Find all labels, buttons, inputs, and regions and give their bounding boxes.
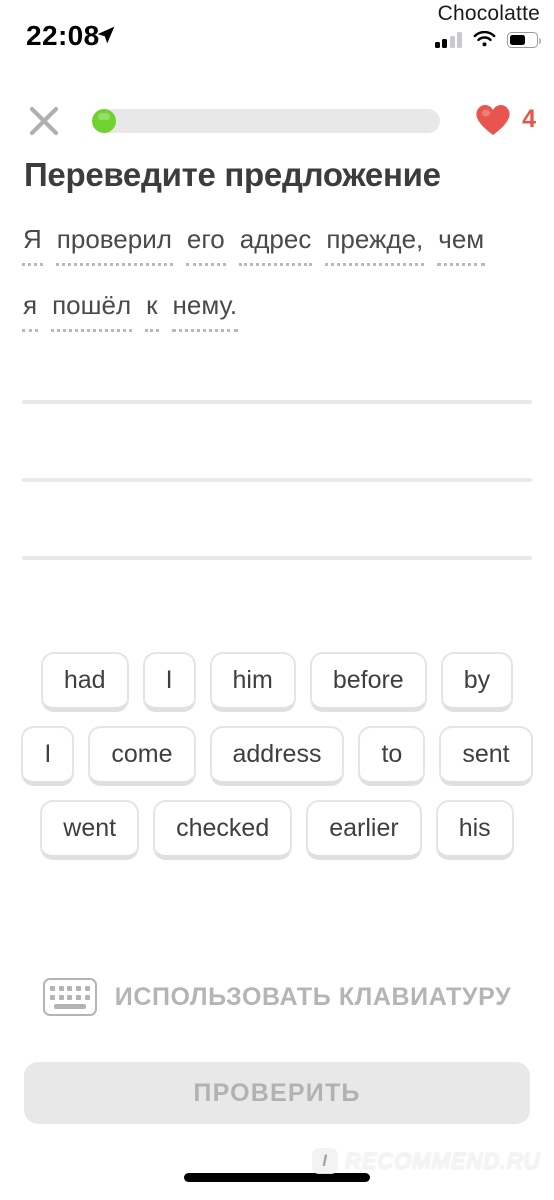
watermark-badge: I: [311, 1147, 338, 1174]
word-tile[interactable]: checked: [153, 800, 293, 860]
check-button[interactable]: ПРОВЕРИТЬ: [24, 1062, 530, 1124]
answer-line[interactable]: [22, 478, 532, 482]
duolingo-translate-screen: Chocolatte 22:08 4 Переведите предложени…: [0, 0, 554, 1200]
source-sentence: Я проверил его адрес прежде, чем я пошёл…: [22, 222, 534, 354]
word-bank-row: had I him before by: [0, 652, 554, 712]
answer-line[interactable]: [22, 556, 532, 560]
status-bar: 22:08: [0, 0, 554, 62]
page-title: Переведите предложение: [24, 156, 441, 193]
word-tile[interactable]: him: [209, 652, 296, 712]
sentence-word[interactable]: адрес: [238, 222, 313, 266]
lesson-header: 4: [0, 95, 554, 147]
battery-icon: [507, 32, 541, 48]
sentence-word[interactable]: я: [22, 288, 39, 332]
sentence-word[interactable]: чем: [437, 222, 486, 266]
word-tile[interactable]: by: [440, 652, 514, 712]
answer-line[interactable]: [22, 400, 532, 404]
sentence-word[interactable]: Я: [22, 222, 43, 266]
sentence-word[interactable]: проверил: [55, 222, 173, 266]
lesson-progress-fill: [92, 109, 117, 133]
word-bank-row: I come address to sent: [0, 726, 554, 786]
word-tile[interactable]: had: [40, 652, 129, 712]
sentence-word[interactable]: прежде,: [325, 222, 425, 266]
wifi-icon: [473, 31, 496, 47]
word-bank: had I him before by I come address to se…: [0, 652, 554, 874]
sentence-line: я пошёл к нему.: [22, 288, 534, 332]
word-tile[interactable]: come: [88, 726, 196, 786]
hearts-count-label: 4: [522, 104, 536, 133]
word-tile[interactable]: sent: [439, 726, 533, 786]
close-x-icon[interactable]: [22, 99, 66, 143]
word-tile[interactable]: his: [435, 800, 514, 860]
status-indicators: [434, 26, 541, 48]
word-tile[interactable]: went: [40, 800, 140, 860]
word-tile[interactable]: address: [209, 726, 345, 786]
location-arrow-icon: [97, 26, 115, 44]
hearts-counter[interactable]: 4: [473, 101, 536, 137]
heart-icon: [476, 104, 510, 135]
word-bank-row: went checked earlier his: [0, 800, 554, 860]
word-tile[interactable]: before: [309, 652, 427, 712]
watermark: I RECOMMEND.RU: [311, 1147, 540, 1174]
sentence-word[interactable]: нему.: [171, 288, 239, 332]
use-keyboard-label: ИСПОЛЬЗОВАТЬ КЛАВИАТУРУ: [114, 982, 512, 1011]
cellular-signal-icon: [434, 32, 462, 48]
lesson-progress-bar[interactable]: [92, 109, 440, 133]
watermark-text: RECOMMEND.RU: [344, 1147, 540, 1173]
word-tile[interactable]: to: [358, 726, 426, 786]
home-indicator: [184, 1173, 370, 1182]
keyboard-icon: [42, 978, 97, 1016]
sentence-word[interactable]: его: [185, 222, 226, 266]
status-time: 22:08: [26, 20, 100, 51]
word-tile[interactable]: I: [21, 726, 75, 786]
use-keyboard-button[interactable]: ИСПОЛЬЗОВАТЬ КЛАВИАТУРУ: [0, 978, 554, 1016]
sentence-line: Я проверил его адрес прежде, чем: [22, 222, 534, 266]
sentence-word[interactable]: к: [145, 288, 159, 332]
sentence-word[interactable]: пошёл: [51, 288, 133, 332]
word-tile[interactable]: earlier: [306, 800, 422, 860]
word-tile[interactable]: I: [142, 652, 196, 712]
answer-area[interactable]: [22, 400, 532, 634]
